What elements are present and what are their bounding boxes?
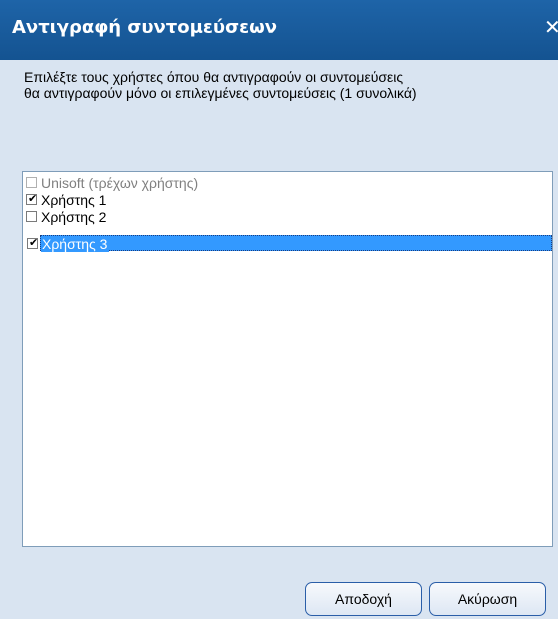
user-checkbox[interactable] xyxy=(26,211,37,222)
user-label: Χρήστης 3 xyxy=(41,236,110,252)
message-line-2: θα αντιγραφούν μόνο οι επιλεγμένες συντο… xyxy=(24,85,417,101)
user-checkbox[interactable]: ✔ xyxy=(27,236,39,249)
user-list-item-selected[interactable]: ✔ Χρήστης 3 xyxy=(27,235,552,252)
checkmark-icon: ✔ xyxy=(29,236,39,249)
user-label: Χρήστης 1 xyxy=(41,192,107,208)
user-list-item[interactable]: Χρήστης 2 xyxy=(23,209,552,225)
users-checklist[interactable]: Unisoft (τρέχων χρήστης) ✔ Χρήστης 1 Χρή… xyxy=(22,171,553,547)
accept-button[interactable]: Αποδοχή xyxy=(305,582,422,616)
user-checkbox[interactable]: ✔ xyxy=(26,192,38,205)
copy-shortcuts-dialog: Αντιγραφή συντομεύσεων ✕ Επιλέξτε τους χ… xyxy=(0,0,558,619)
user-list-item[interactable]: ✔ Χρήστης 1 xyxy=(23,192,552,208)
cancel-button[interactable]: Ακύρωση xyxy=(429,582,546,616)
dialog-message: Επιλέξτε τους χρήστες όπου θα αντιγραφού… xyxy=(24,69,554,101)
close-icon[interactable]: ✕ xyxy=(544,14,558,40)
dialog-title: Αντιγραφή συντομεύσεων xyxy=(12,17,278,38)
checkmark-icon: ✔ xyxy=(28,192,38,205)
user-checkbox[interactable] xyxy=(26,177,37,188)
message-line-1: Επιλέξτε τους χρήστες όπου θα αντιγραφού… xyxy=(24,69,404,85)
user-label: Χρήστης 2 xyxy=(41,209,107,225)
dialog-titlebar: Αντιγραφή συντομεύσεων ✕ xyxy=(0,0,558,60)
user-label: Unisoft (τρέχων χρήστης) xyxy=(41,175,199,191)
user-list-item[interactable]: Unisoft (τρέχων χρήστης) xyxy=(23,175,552,191)
